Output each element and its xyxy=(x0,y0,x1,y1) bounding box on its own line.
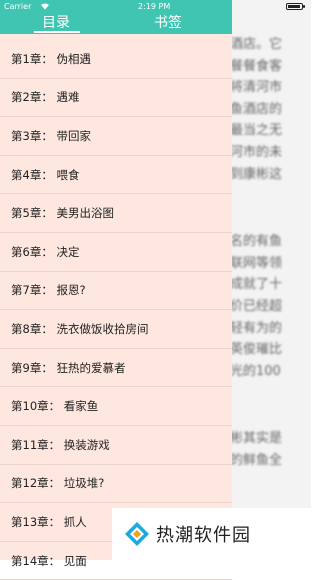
chapter-item[interactable]: 第12章： 垃圾堆? xyxy=(0,465,232,504)
watermark-text: 热潮软件园 xyxy=(156,525,251,546)
chapter-item[interactable]: 第6章： 决定 xyxy=(0,233,232,272)
chapter-item[interactable]: 第7章： 报恩? xyxy=(0,272,232,311)
watermark-logo-icon xyxy=(125,522,149,546)
reader-line: 价已经超 xyxy=(230,298,283,314)
chapter-item[interactable]: 第11章： 换装游戏 xyxy=(0,426,232,465)
clock: 2:19 PM xyxy=(138,2,171,11)
reader-text: 酒店。它 餐餐食客 将清河市 鱼酒店的 最当之无 河市的未 到康彬这 名的有鱼 … xyxy=(230,34,311,472)
reader-line: 的鲜鱼全 xyxy=(230,452,283,468)
watermark: 热潮软件园 xyxy=(112,508,311,560)
wifi-icon xyxy=(41,3,49,10)
reader-line: 轻有为的 xyxy=(230,320,283,336)
reader-line: 名的有鱼 xyxy=(230,234,283,250)
catalog-drawer: 目录 书签 第1章： 伪相遇 第2章： 遇难 第3章： 带回家 第4章： 喂食 … xyxy=(0,0,232,580)
status-bar: Carrier 2:19 PM xyxy=(0,0,311,14)
chapter-item[interactable]: 第2章： 遇难 xyxy=(0,79,232,118)
chapter-item[interactable]: 第4章： 喂食 xyxy=(0,156,232,195)
reader-line: 彬其实是 xyxy=(230,431,283,447)
reader-line: 餐餐食客 xyxy=(230,58,283,74)
reader-line: 酒店。它 xyxy=(230,37,283,52)
reader-line: 将清河市 xyxy=(230,80,283,96)
chapter-item[interactable]: 第1章： 伪相遇 xyxy=(0,40,232,79)
chapter-item[interactable]: 第9章： 狂热的爱慕者 xyxy=(0,349,232,388)
reader-line: 成就了十 xyxy=(230,277,283,293)
reader-line: 英俊璀比 xyxy=(230,342,283,358)
chapter-item[interactable]: 第5章： 美男出浴图 xyxy=(0,194,232,233)
chapter-item[interactable]: 第8章： 洗衣做饭收拾房间 xyxy=(0,310,232,349)
chapter-item[interactable]: 第10章： 看家鱼 xyxy=(0,387,232,426)
reader-line: 联网等领 xyxy=(230,255,283,271)
active-tab-indicator xyxy=(34,31,80,33)
battery-icon xyxy=(286,3,305,10)
reader-line: 最当之无 xyxy=(230,123,283,139)
tab-bookmarks[interactable]: 书签 xyxy=(154,12,182,32)
chapter-item[interactable]: 第3章： 带回家 xyxy=(0,117,232,156)
carrier-label: Carrier xyxy=(4,2,32,11)
reader-line: 河市的未 xyxy=(230,144,283,160)
reader-line: 到康彬这 xyxy=(230,166,283,182)
tab-catalog[interactable]: 目录 xyxy=(42,12,70,32)
chapter-list: 第1章： 伪相遇 第2章： 遇难 第3章： 带回家 第4章： 喂食 第5章： 美… xyxy=(0,40,232,580)
reader-line: 光的100 xyxy=(230,363,281,379)
reader-line: 鱼酒店的 xyxy=(230,101,283,117)
